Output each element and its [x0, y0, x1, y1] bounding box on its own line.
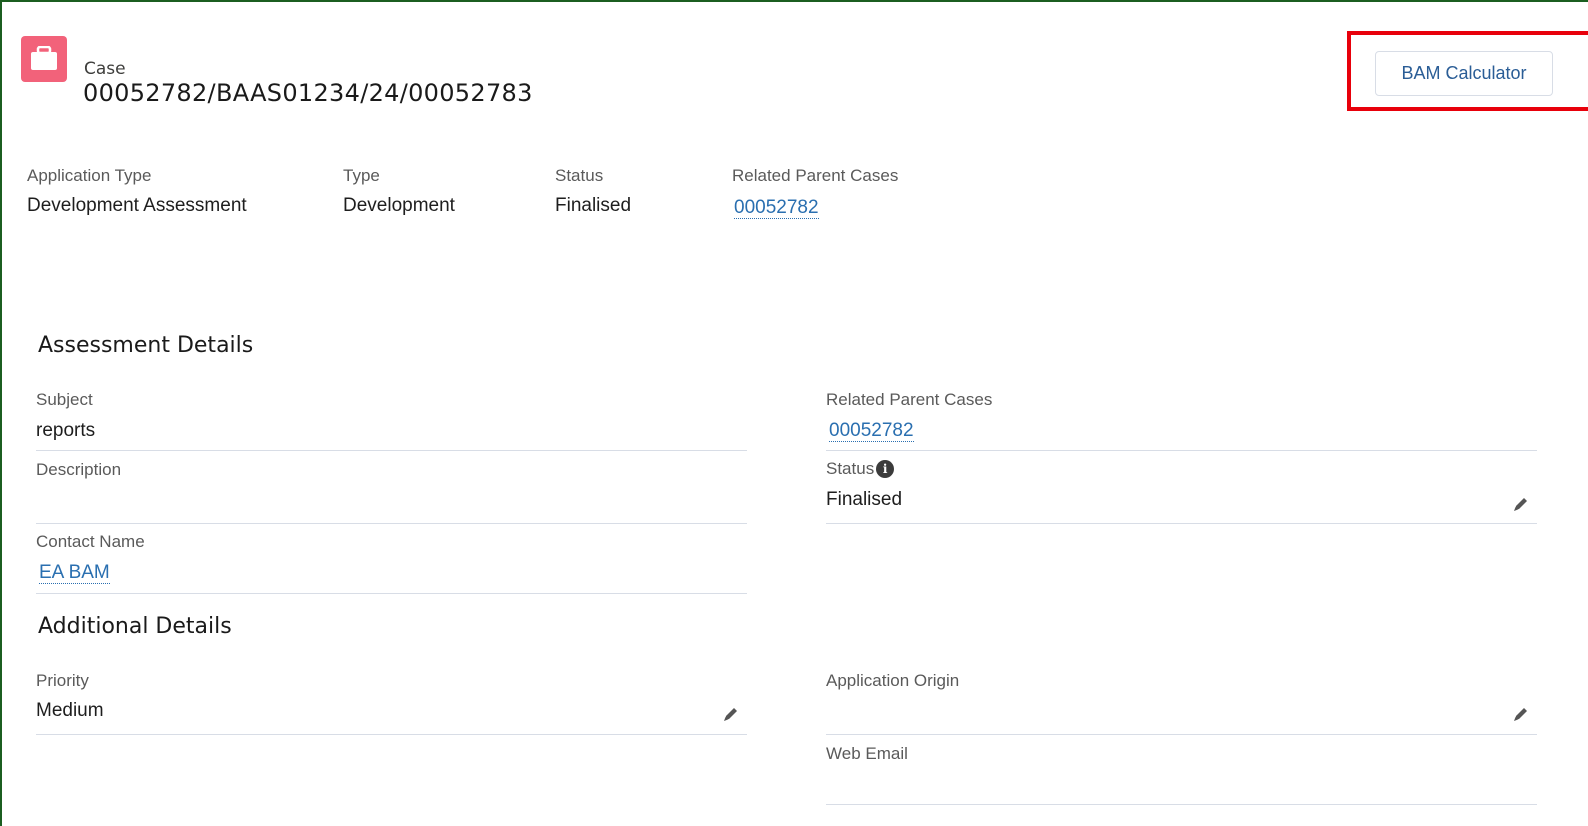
web-email-field: Web Email — [826, 742, 1537, 805]
web-email-label: Web Email — [826, 744, 908, 763]
status-field: Status i Finalised — [826, 458, 1537, 524]
briefcase-icon — [21, 36, 67, 82]
related-parent-cases-link[interactable]: 00052782 — [829, 420, 914, 442]
priority-field: Priority Medium — [36, 669, 747, 735]
highlight-label-type: Type — [343, 166, 380, 185]
subject-field: Subject reports — [36, 388, 747, 451]
object-label: Case — [84, 59, 126, 79]
related-parent-case-link[interactable]: 00052782 — [734, 197, 819, 219]
section-title-assessment-details: Assessment Details — [38, 333, 254, 358]
section-title-additional-details: Additional Details — [38, 614, 232, 639]
highlight-label-status: Status — [555, 166, 604, 185]
related-parent-cases-label: Related Parent Cases — [826, 390, 993, 409]
pencil-edit-icon[interactable] — [1512, 495, 1530, 513]
pencil-edit-icon[interactable] — [722, 705, 740, 723]
application-origin-label: Application Origin — [826, 671, 960, 690]
priority-label: Priority — [36, 671, 89, 690]
status-label: Status — [826, 459, 875, 478]
highlight-value-type: Development — [343, 195, 455, 216]
status-value: Finalised — [826, 489, 903, 510]
subject-value: reports — [36, 420, 96, 441]
description-label: Description — [36, 460, 122, 479]
info-icon[interactable]: i — [876, 460, 895, 478]
contact-name-field: Contact Name EA BAM — [36, 531, 747, 594]
bam-calculator-button[interactable]: BAM Calculator — [1375, 51, 1553, 96]
pencil-edit-icon[interactable] — [1512, 705, 1530, 723]
application-origin-field: Application Origin — [826, 669, 1537, 735]
priority-value: Medium — [36, 700, 104, 721]
related-parent-cases-field: Related Parent Cases 00052782 — [826, 388, 1537, 451]
highlight-label-related-parent-cases: Related Parent Cases — [732, 166, 899, 185]
highlight-value-status: Finalised — [555, 195, 632, 216]
highlight-value-application-type: Development Assessment — [27, 195, 247, 216]
highlight-label-application-type: Application Type — [27, 166, 152, 185]
subject-label: Subject — [36, 390, 93, 409]
description-field: Description — [36, 458, 747, 524]
contact-name-link[interactable]: EA BAM — [39, 562, 110, 584]
page-title: 00052782/BAAS01234/24/00052783 — [83, 79, 533, 107]
contact-name-label: Contact Name — [36, 532, 145, 551]
